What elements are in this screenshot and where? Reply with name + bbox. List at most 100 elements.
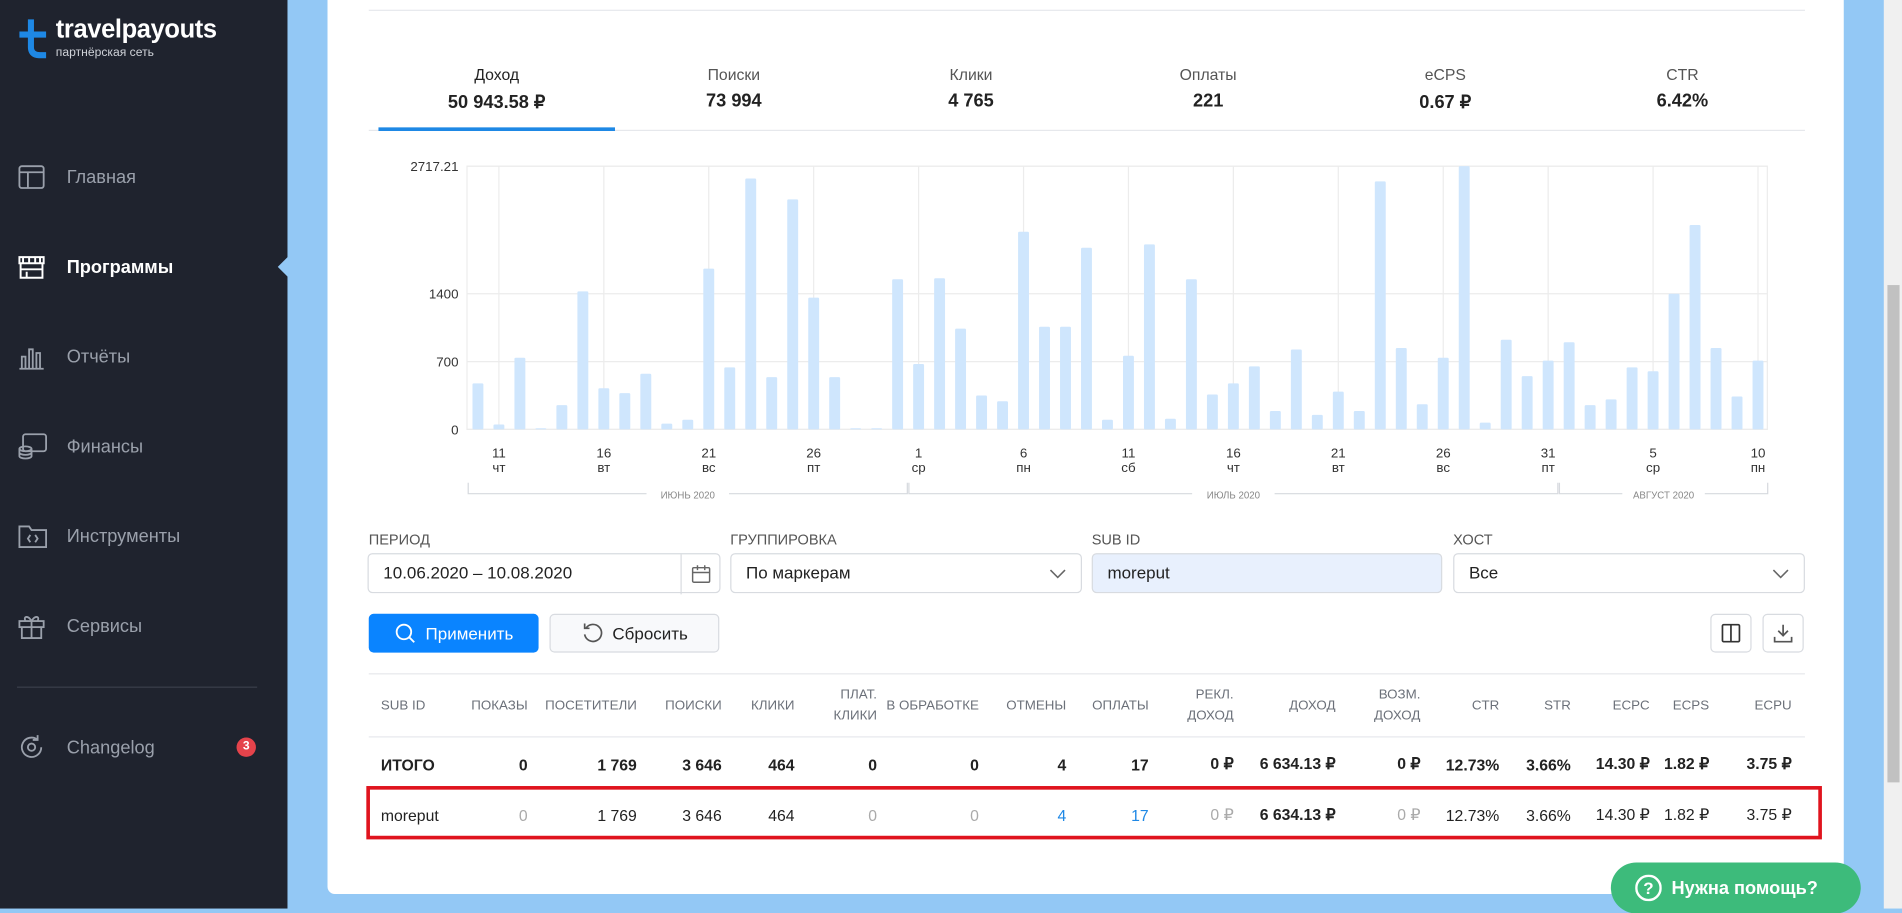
table-cell: 0 ₽ bbox=[1210, 805, 1234, 824]
bar bbox=[997, 401, 1009, 430]
table-cell: ОТМЕНЫ bbox=[1006, 698, 1067, 713]
bar bbox=[556, 405, 568, 430]
bar bbox=[1752, 360, 1764, 430]
bar bbox=[493, 424, 505, 430]
bar bbox=[955, 328, 967, 430]
table-total-row: ИТОГО 0 1 769 3 646 464 0 0 4 17 0 ₽ 6 634.13 ₽ 0 ₽… bbox=[369, 754, 1798, 773]
x-tick-weekday: вт bbox=[597, 460, 610, 475]
subid-label: SUB ID bbox=[1091, 531, 1141, 549]
grouping-value: По маркерам bbox=[745, 562, 851, 583]
reset-icon bbox=[583, 623, 603, 643]
table-top-divider bbox=[368, 673, 1805, 675]
bar bbox=[850, 428, 862, 430]
scrollbar[interactable] bbox=[1883, 0, 1902, 909]
sidebar-item-changelog[interactable]: Changelog 3 bbox=[0, 723, 287, 772]
bar bbox=[1668, 293, 1680, 430]
x-tick-weekday: ср bbox=[912, 460, 926, 475]
bar bbox=[1479, 422, 1491, 430]
x-tick-day: 10 bbox=[1751, 445, 1766, 460]
x-tick-day: 21 bbox=[701, 445, 716, 460]
bar bbox=[934, 278, 946, 430]
scrollbar-thumb[interactable] bbox=[1887, 285, 1900, 783]
table-cell: ПОСЕТИТЕЛИ bbox=[545, 698, 637, 713]
table-cell: 0 ₽ bbox=[1397, 805, 1421, 824]
x-tick-day: 6 bbox=[1020, 445, 1027, 460]
columns-button[interactable] bbox=[1710, 613, 1752, 653]
period-label: ПЕРИОД bbox=[368, 531, 430, 549]
bar bbox=[913, 364, 925, 430]
bar bbox=[619, 393, 631, 430]
bar bbox=[1437, 357, 1449, 430]
table-cell: ВОЗМ. ДОХОД bbox=[1374, 687, 1421, 723]
bar bbox=[1626, 367, 1638, 430]
bar bbox=[1290, 349, 1302, 430]
folder-code-icon bbox=[18, 525, 48, 548]
bar bbox=[1122, 355, 1134, 430]
subid-value: moreput bbox=[1107, 562, 1170, 583]
calendar-icon[interactable] bbox=[691, 564, 711, 583]
bar bbox=[1731, 396, 1743, 430]
table-cell: ECPC bbox=[1612, 698, 1650, 713]
table-cell[interactable]: 4 bbox=[985, 806, 1072, 824]
bar bbox=[1584, 405, 1596, 430]
table-cell: 3.75 ₽ bbox=[1746, 754, 1792, 773]
x-tick-weekday: сб bbox=[1121, 460, 1136, 475]
download-button[interactable] bbox=[1762, 613, 1804, 653]
table-cell: 3.75 ₽ bbox=[1746, 805, 1792, 824]
bar bbox=[1227, 383, 1239, 430]
bar bbox=[808, 297, 820, 430]
table-cell: ECPS bbox=[1672, 698, 1710, 713]
table-cell: 17 bbox=[1131, 755, 1149, 774]
table-cell: STR bbox=[1544, 698, 1571, 713]
sidebar-item-services[interactable]: Сервисы bbox=[0, 602, 287, 651]
help-button[interactable]: ? Нужна помощь? bbox=[1610, 862, 1861, 913]
x-tick-weekday: пт bbox=[807, 460, 820, 475]
bar bbox=[1647, 371, 1659, 430]
table-cell: 0 bbox=[970, 755, 979, 774]
x-tick-weekday: чт bbox=[1227, 460, 1240, 475]
table-cell: 0 bbox=[970, 806, 979, 825]
y-tick-label: 0 bbox=[451, 422, 458, 437]
table-cell: 3 646 bbox=[682, 806, 722, 825]
x-tick-weekday: пн bbox=[1016, 460, 1031, 475]
bar bbox=[1311, 414, 1323, 430]
host-select[interactable]: Все bbox=[1453, 553, 1805, 594]
x-tick-day: 1 bbox=[915, 445, 922, 460]
x-tick-day: 16 bbox=[1226, 445, 1241, 460]
table-cell: 3.66% bbox=[1526, 806, 1571, 825]
x-tick-day: 26 bbox=[1436, 445, 1451, 460]
reset-button[interactable]: Сбросить bbox=[549, 613, 720, 653]
table-cell: 14.30 ₽ bbox=[1595, 805, 1650, 824]
table-cell: 1 769 bbox=[597, 755, 637, 774]
bar bbox=[766, 377, 778, 430]
table-cell[interactable]: 17 bbox=[1072, 806, 1154, 824]
bar bbox=[724, 367, 736, 430]
grouping-select[interactable]: По маркерам bbox=[730, 553, 1082, 594]
table-cell: 0 ₽ bbox=[1210, 754, 1234, 773]
bar bbox=[1458, 166, 1470, 430]
table-cell: 0 bbox=[868, 806, 877, 825]
table-row[interactable]: moreput 0 1 769 3 646 464 0 0 4 17 0 ₽6 634.13 ₽0… bbox=[369, 805, 1798, 824]
columns-icon bbox=[1721, 623, 1741, 643]
table-cell: 12.73% bbox=[1445, 755, 1500, 774]
month-label: ИЮЛЬ 2020 bbox=[1207, 491, 1261, 502]
table-cell: 464 bbox=[768, 755, 795, 774]
table-cell: ИТОГО bbox=[380, 755, 435, 774]
refresh-gear-icon bbox=[20, 735, 43, 758]
subid-input[interactable]: moreput bbox=[1091, 553, 1443, 594]
table-cell: 0 ₽ bbox=[1397, 754, 1421, 773]
bar bbox=[892, 279, 904, 430]
chevron-down-icon bbox=[1772, 569, 1789, 579]
table-cell: КЛИКИ bbox=[751, 698, 795, 713]
x-tick-weekday: ср bbox=[1646, 460, 1660, 475]
sidebar-divider bbox=[16, 686, 258, 688]
x-tick-day: 11 bbox=[1122, 445, 1136, 460]
bar bbox=[1689, 225, 1701, 430]
table-cell: ДОХОД bbox=[1289, 698, 1336, 713]
table-cell: 6 634.13 ₽ bbox=[1259, 754, 1336, 773]
apply-button[interactable]: Применить bbox=[368, 613, 539, 653]
bar bbox=[1332, 391, 1344, 430]
period-input[interactable]: 10.06.2020 – 10.08.2020 bbox=[367, 553, 721, 595]
bar bbox=[1185, 279, 1197, 430]
period-value: 10.06.2020 – 10.08.2020 bbox=[383, 562, 573, 583]
